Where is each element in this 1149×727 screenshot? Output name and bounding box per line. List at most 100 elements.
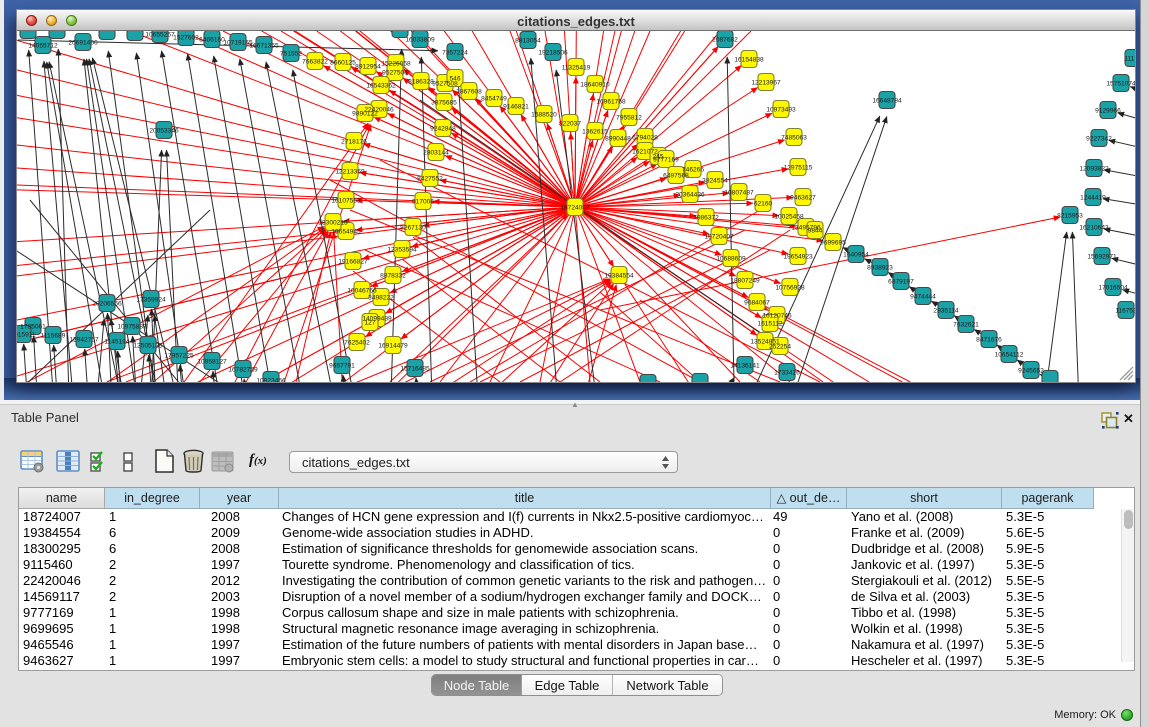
svg-text:10655267: 10655267 — [145, 31, 175, 38]
svg-text:751552: 751552 — [280, 50, 302, 57]
svg-text:7663822: 7663822 — [302, 58, 328, 65]
svg-text:8454749: 8454749 — [481, 95, 507, 102]
svg-text:252254: 252254 — [769, 343, 791, 350]
svg-text:2718176: 2718176 — [341, 138, 367, 145]
svg-text:12213369: 12213369 — [335, 168, 365, 175]
svg-text:1244419: 1244419 — [1080, 194, 1106, 201]
svg-text:16154838: 16154838 — [734, 56, 764, 63]
svg-text:8990448: 8990448 — [605, 135, 631, 142]
svg-text:6497568: 6497568 — [663, 172, 689, 179]
svg-text:20691406: 20691406 — [68, 39, 98, 46]
svg-text:6879197: 6879197 — [888, 278, 914, 285]
svg-text:8660125: 8660125 — [330, 59, 356, 66]
svg-text:62160: 62160 — [754, 200, 773, 207]
svg-text:3824554: 3824554 — [702, 177, 728, 184]
svg-text:9129966: 9129966 — [1095, 107, 1121, 114]
svg-text:9245652: 9245652 — [1018, 367, 1044, 374]
svg-text:7625402: 7625402 — [344, 339, 370, 346]
svg-text:2935114: 2935114 — [933, 307, 959, 314]
svg-text:1362615: 1362615 — [582, 128, 608, 135]
svg-text:12213967: 12213967 — [751, 79, 781, 86]
svg-text:16914479: 16914479 — [378, 342, 408, 349]
svg-text:18724007: 18724007 — [560, 204, 590, 211]
svg-text:3498222: 3498222 — [368, 294, 394, 301]
svg-text:8938923: 8938923 — [867, 264, 893, 271]
svg-text:12093822: 12093822 — [1079, 165, 1109, 172]
svg-text:19218506: 19218506 — [538, 49, 568, 56]
svg-text:9699695: 9699695 — [820, 239, 846, 246]
svg-text:15692971: 15692971 — [1087, 253, 1117, 260]
svg-text:10025458: 10025458 — [774, 213, 804, 220]
svg-text:19384554: 19384554 — [604, 272, 634, 279]
svg-text:12353594: 12353594 — [387, 246, 417, 253]
svg-text:8912954: 8912954 — [355, 63, 381, 70]
svg-text:11178: 11178 — [1124, 55, 1135, 62]
svg-text:20053346: 20053346 — [149, 127, 179, 134]
svg-text:16210643: 16210643 — [1079, 224, 1109, 231]
svg-text:8471676: 8471676 — [976, 336, 1002, 343]
svg-text:9146821: 9146821 — [503, 103, 529, 110]
svg-text:9527506: 9527506 — [382, 69, 408, 76]
svg-text:7986372: 7986372 — [693, 214, 719, 221]
svg-text:7357224: 7357224 — [442, 49, 468, 56]
svg-text:2867608: 2867608 — [456, 88, 482, 95]
svg-text:18807249: 18807249 — [730, 277, 760, 284]
svg-text:10756928: 10756928 — [775, 284, 805, 291]
svg-text:1733426: 1733426 — [774, 369, 800, 376]
svg-text:3875685: 3875685 — [431, 99, 457, 106]
svg-text:18300215: 18300215 — [318, 219, 348, 226]
svg-text:9474444: 9474444 — [910, 293, 936, 300]
svg-text:1785061: 1785061 — [20, 323, 46, 330]
svg-text:6466160: 6466160 — [199, 36, 225, 43]
svg-text:2087682: 2087682 — [712, 36, 738, 43]
svg-text:14136141: 14136141 — [730, 362, 760, 369]
svg-text:20364436: 20364436 — [675, 191, 705, 198]
svg-text:10975887: 10975887 — [117, 323, 147, 330]
svg-text:11325419: 11325419 — [562, 64, 591, 71]
svg-text:9463627: 9463627 — [790, 194, 816, 201]
svg-text:10923466: 10923466 — [256, 377, 286, 382]
svg-text:8215953: 8215953 — [1057, 212, 1083, 219]
svg-text:7632621: 7632621 — [953, 321, 979, 328]
svg-text:9844: 9844 — [808, 227, 823, 234]
svg-text:16107553: 16107553 — [331, 197, 361, 204]
svg-text:19654945: 19654945 — [331, 228, 361, 235]
svg-text:10958127: 10958127 — [197, 358, 227, 365]
svg-text:17359924: 17359924 — [136, 296, 166, 303]
svg-text:7955812: 7955812 — [616, 114, 642, 121]
svg-text:19166827: 19166827 — [338, 258, 368, 265]
svg-text:9890122: 9890122 — [352, 110, 378, 117]
svg-text:12942757: 12942757 — [69, 336, 99, 343]
svg-text:8878332: 8878332 — [380, 272, 406, 279]
svg-text:16671355: 16671355 — [249, 42, 279, 49]
svg-text:8813054: 8813054 — [515, 37, 541, 44]
svg-text:14055712: 14055712 — [28, 42, 58, 49]
svg-text:15716485: 15716485 — [400, 365, 430, 372]
svg-text:9777169: 9777169 — [653, 156, 679, 163]
svg-text:10807487: 10807487 — [724, 189, 754, 196]
svg-text:12975115: 12975115 — [784, 164, 813, 171]
svg-text:15751074: 15751074 — [1106, 80, 1135, 87]
svg-text:116753: 116753 — [1115, 307, 1135, 314]
svg-text:10688609: 10688609 — [716, 255, 746, 262]
svg-text:1588520: 1588520 — [531, 111, 557, 118]
svg-text:16648784: 16648784 — [872, 97, 902, 104]
svg-text:546: 546 — [449, 75, 460, 82]
svg-text:10046766: 10046766 — [347, 287, 377, 294]
svg-text:1640954: 1640954 — [843, 251, 869, 258]
svg-text:17957225: 17957225 — [164, 352, 194, 359]
svg-text:17016504: 17016504 — [1098, 284, 1128, 291]
svg-text:9227342: 9227342 — [1086, 135, 1112, 142]
svg-text:12505135: 12505135 — [133, 342, 163, 349]
svg-text:9684067: 9684067 — [744, 299, 770, 306]
svg-text:9242848: 9242848 — [430, 125, 456, 132]
svg-text:8186328: 8186328 — [408, 78, 434, 85]
svg-text:917006: 917006 — [412, 198, 434, 205]
svg-text:15226058: 15226058 — [381, 60, 411, 67]
svg-text:16033809: 16033809 — [405, 36, 435, 43]
svg-text:9657791: 9657791 — [329, 362, 355, 369]
svg-text:20206556: 20206556 — [92, 300, 122, 307]
svg-text:6794028: 6794028 — [632, 134, 658, 141]
svg-text:10654112: 10654112 — [995, 351, 1024, 358]
svg-text:15720407: 15720407 — [704, 233, 734, 240]
